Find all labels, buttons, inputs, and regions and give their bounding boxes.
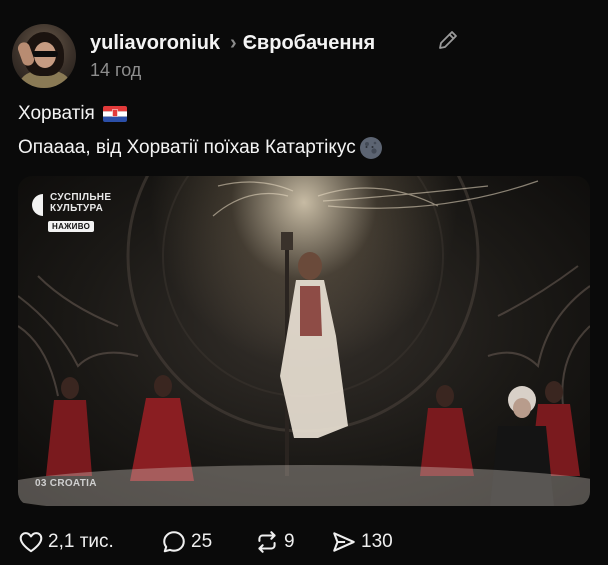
broadcaster-name-line-2: КУЛЬТУРА bbox=[50, 203, 104, 214]
post-time: 14 год bbox=[90, 60, 142, 80]
post-text-comment: Опаааа, від Хорватії поїхав Катартікус bbox=[18, 137, 356, 158]
live-badge: НАЖИВО bbox=[48, 221, 95, 232]
comment-button[interactable]: 25 bbox=[161, 529, 212, 555]
comment-count: 25 bbox=[191, 531, 213, 552]
post-media-image[interactable]: СУСПІЛЬНЕ КУЛЬТУРА НАЖИВО 03 CROATIA bbox=[18, 176, 590, 506]
new-moon-face-icon bbox=[359, 136, 383, 160]
croatia-flag-icon bbox=[102, 106, 127, 122]
post-text-line-1: Хорватія bbox=[18, 103, 127, 125]
post-text-line-2: Опаааа, від Хорватії поїхав Катартікус bbox=[18, 136, 383, 160]
share-button[interactable]: 130 bbox=[331, 529, 393, 555]
like-button[interactable]: 2,1 тис. bbox=[18, 529, 114, 555]
avatar-sunglasses bbox=[32, 51, 58, 57]
repost-count: 9 bbox=[284, 531, 295, 552]
heart-icon bbox=[19, 532, 43, 553]
stage-scene bbox=[18, 176, 590, 506]
breadcrumb-separator: › bbox=[230, 31, 237, 54]
broadcaster-logo-icon bbox=[32, 194, 43, 216]
repost-button[interactable]: 9 bbox=[254, 529, 295, 555]
post-text-country: Хорватія bbox=[18, 103, 95, 124]
author-username[interactable]: yuliavoroniuk bbox=[90, 32, 220, 55]
community-name[interactable]: Євробачення bbox=[243, 32, 376, 55]
pencil-edit-icon[interactable] bbox=[436, 28, 460, 52]
broadcaster-name-line-1: СУСПІЛЬНЕ bbox=[50, 192, 112, 203]
broadcaster-logo: СУСПІЛЬНЕ КУЛЬТУРА bbox=[32, 192, 111, 217]
country-caption: 03 CROATIA bbox=[35, 478, 97, 489]
author-avatar[interactable] bbox=[12, 24, 76, 88]
comment-bubble-icon bbox=[163, 531, 185, 553]
repost-icon bbox=[258, 531, 276, 553]
share-count: 130 bbox=[361, 531, 393, 552]
post-header: yuliavoroniuk › Євробачення bbox=[90, 30, 375, 56]
send-icon bbox=[333, 532, 355, 552]
like-count: 2,1 тис. bbox=[48, 531, 114, 552]
